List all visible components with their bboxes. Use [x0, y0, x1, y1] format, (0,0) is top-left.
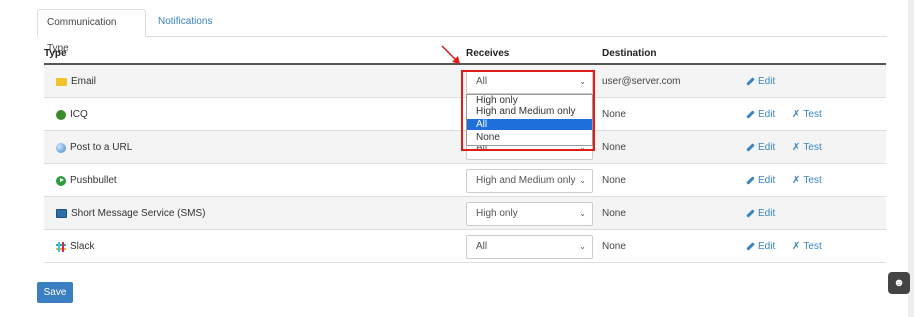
pencil-icon: [746, 77, 755, 86]
dropdown-option[interactable]: None: [467, 132, 592, 143]
test-link[interactable]: ✗ Test: [792, 109, 822, 120]
communication-table: Type Receives Destination Email All ⌄ use…: [44, 43, 886, 263]
receives-value: High and Medium only: [476, 175, 576, 186]
annotation-arrow-icon: [441, 45, 460, 64]
edit-link[interactable]: Edit: [746, 142, 775, 153]
unlink-icon: ✗: [792, 142, 801, 153]
test-link[interactable]: ✗ Test: [792, 175, 822, 186]
table-row: Slack All ⌄ None Edit ✗ Test: [44, 230, 886, 263]
receives-value: All: [476, 76, 488, 87]
save-button[interactable]: Save: [37, 282, 73, 303]
chevron-down-icon: ⌄: [579, 242, 586, 251]
unlink-icon: ✗: [792, 241, 801, 252]
dropdown-option-selected[interactable]: All: [467, 119, 592, 130]
table-header: Type Receives Destination: [44, 43, 886, 65]
destination-value: None: [602, 109, 626, 120]
dropdown-option[interactable]: High only: [467, 95, 592, 106]
type-label: Pushbullet: [70, 175, 117, 186]
tab-bar: Communication Type Notifications: [37, 9, 887, 54]
type-label: Slack: [70, 241, 95, 252]
chevron-down-icon: ⌄: [579, 209, 586, 218]
globe-icon: [56, 142, 66, 153]
receives-select[interactable]: High only ⌄: [466, 202, 593, 226]
table-row: Pushbullet High and Medium only ⌄ None Ed…: [44, 164, 886, 197]
unlink-icon: ✗: [792, 175, 801, 186]
pencil-icon: [746, 209, 755, 218]
destination-value: None: [602, 142, 626, 153]
type-label: Post to a URL: [70, 142, 133, 153]
pencil-icon: [746, 242, 755, 251]
type-label: Email: [71, 76, 97, 87]
email-icon: [56, 77, 67, 86]
pencil-icon: [746, 143, 755, 152]
receives-value: High only: [476, 208, 518, 219]
receives-dropdown-list: High only High and Medium only All None: [466, 94, 593, 146]
destination-value: None: [602, 208, 626, 219]
table-row: Email All ⌄ user@server.com Edit: [44, 65, 886, 98]
edit-link[interactable]: Edit: [746, 76, 775, 87]
table-row: Short Message Service (SMS) High only ⌄ N…: [44, 197, 886, 230]
destination-value: None: [602, 175, 626, 186]
chat-help-icon[interactable]: ☻: [888, 272, 910, 294]
chevron-down-icon: ⌄: [579, 77, 586, 86]
pushbullet-icon: [56, 175, 66, 186]
sms-icon: [56, 209, 67, 218]
dropdown-option[interactable]: High and Medium only: [467, 106, 592, 117]
icq-icon: [56, 109, 66, 120]
unlink-icon: ✗: [792, 109, 801, 120]
header-type: Type: [44, 48, 67, 59]
test-link[interactable]: ✗ Test: [792, 142, 822, 153]
slack-icon: [56, 241, 66, 252]
table-row: ICQ ⌄ None Edit ✗Test: [44, 98, 886, 131]
table-row: Post to a URL All ⌄ None Edit ✗ Test: [44, 131, 886, 164]
tab-communication-type[interactable]: Communication Type: [37, 9, 146, 54]
header-receives: Receives: [466, 48, 510, 59]
edit-link[interactable]: Edit: [746, 109, 775, 120]
receives-select[interactable]: All ⌄: [466, 70, 593, 94]
destination-value: user@server.com: [602, 76, 681, 87]
scrollbar[interactable]: [908, 0, 914, 317]
destination-value: None: [602, 241, 626, 252]
pencil-icon: [746, 110, 755, 119]
chevron-down-icon: ⌄: [579, 176, 586, 185]
test-link[interactable]: ✗ Test: [792, 241, 822, 252]
type-label: Short Message Service (SMS): [71, 208, 206, 219]
pencil-icon: [746, 176, 755, 185]
edit-link[interactable]: Edit: [746, 175, 775, 186]
receives-select[interactable]: All ⌄: [466, 235, 593, 259]
edit-link[interactable]: Edit: [746, 208, 775, 219]
receives-value: All: [476, 241, 488, 252]
header-destination: Destination: [602, 48, 657, 59]
edit-link[interactable]: Edit: [746, 241, 775, 252]
tab-notifications[interactable]: Notifications: [149, 9, 221, 37]
type-label: ICQ: [70, 109, 88, 120]
receives-select[interactable]: High and Medium only ⌄: [466, 169, 593, 193]
